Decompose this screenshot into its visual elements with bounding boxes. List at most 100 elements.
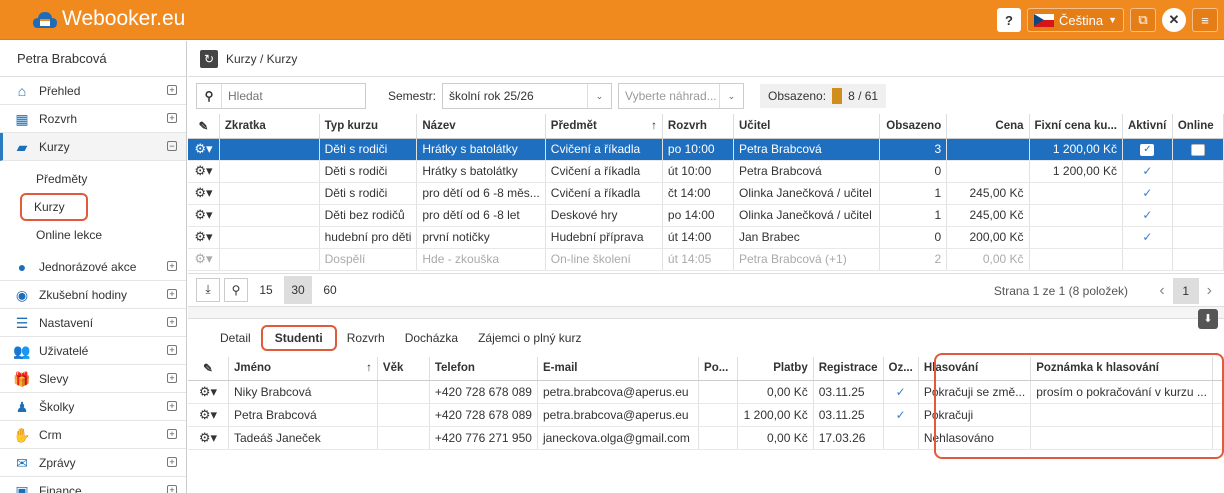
sidebar-item-rozvrh[interactable]: ▦ Rozvrh + — [0, 105, 186, 133]
chevron-right-icon[interactable]: › — [1207, 282, 1212, 300]
column-header[interactable]: Registrace — [813, 356, 884, 381]
tab-zajemci[interactable]: Zájemci o plný kurz — [468, 325, 591, 351]
gear-icon[interactable]: ⚙▾ — [199, 430, 217, 445]
collapse-icon[interactable]: − — [167, 141, 177, 151]
current-page[interactable]: 1 — [1172, 277, 1199, 304]
column-header[interactable]: Aktivní — [1122, 114, 1173, 139]
cell-oz[interactable] — [883, 426, 919, 450]
table-row[interactable]: ⚙▾ Děti s rodiči pro dětí od 6 -8 měs...… — [188, 182, 1224, 205]
row-actions[interactable]: ⚙▾ — [188, 426, 229, 450]
search-icon[interactable]: ⚲ — [224, 277, 248, 302]
language-select[interactable]: Čeština ▼ — [1027, 8, 1124, 32]
sidebar-item-jednorazove-akce[interactable]: ● Jednorázové akce + — [0, 253, 186, 281]
gear-icon[interactable]: ⚙▾ — [194, 185, 212, 200]
chevron-left-icon[interactable]: ‹ — [1159, 282, 1164, 300]
online-checkbox[interactable] — [1172, 182, 1224, 205]
active-checkbox[interactable]: ✓ — [1122, 138, 1173, 161]
row-actions[interactable]: ⚙▾ — [188, 380, 229, 404]
row-actions[interactable]: ⚙▾ — [188, 248, 220, 271]
table-row[interactable]: ⚙▾ Dospělí Hde - zkouška On-line školení… — [188, 248, 1224, 271]
column-header[interactable]: Věk — [377, 356, 430, 381]
column-header[interactable]: E-mail — [537, 356, 700, 381]
cell-oz[interactable]: ✓ — [883, 403, 919, 427]
column-header[interactable]: Hlasování — [918, 356, 1032, 381]
sidebar-subitem-kurzy[interactable]: Kurzy — [20, 193, 88, 221]
refresh-icon[interactable]: ↻ — [200, 49, 218, 68]
tab-studenti[interactable]: Studenti — [260, 324, 337, 351]
gear-icon[interactable]: ⚙▾ — [194, 251, 212, 266]
sidebar-item-slevy[interactable]: 🎁 Slevy + — [0, 365, 186, 393]
table-row[interactable]: ⚙▾ Děti s rodiči Hrátky s batolátky Cvič… — [188, 138, 1224, 161]
app-logo[interactable]: Webooker.eu — [32, 7, 185, 31]
column-header[interactable]: Učitel — [733, 114, 880, 139]
row-actions[interactable]: ⚙▾ — [188, 204, 220, 227]
search-input[interactable] — [221, 83, 365, 108]
online-checkbox[interactable] — [1172, 248, 1224, 271]
download-icon[interactable]: ⤓ — [196, 277, 220, 302]
expand-icon[interactable]: + — [167, 113, 177, 123]
online-checkbox[interactable] — [1172, 138, 1224, 161]
expand-icon[interactable]: + — [167, 85, 177, 95]
expand-icon[interactable]: + — [167, 345, 177, 355]
online-checkbox[interactable] — [1172, 160, 1224, 183]
row-actions[interactable]: ⚙▾ — [188, 138, 220, 161]
sidebar-item-zkusebni-hodiny[interactable]: ◉ Zkušební hodiny + — [0, 281, 186, 309]
edit-icon[interactable]: ✎ — [188, 356, 229, 381]
expand-icon[interactable]: + — [167, 401, 177, 411]
page-size-15[interactable]: 15 — [252, 276, 280, 304]
sidebar-item-skolky[interactable]: ♟ Školky + — [0, 393, 186, 421]
sidebar-item-finance[interactable]: ▣ Finance + — [0, 477, 186, 493]
column-header[interactable]: Jméno ↑ — [228, 356, 378, 381]
table-row[interactable]: ⚙▾ Děti s rodiči Hrátky s batolátky Cvič… — [188, 160, 1224, 183]
expand-icon[interactable]: + — [167, 485, 177, 493]
table-row[interactable]: ⚙▾ Děti bez rodičů pro dětí od 6 -8 let … — [188, 204, 1224, 227]
sidebar-item-kurzy[interactable]: ▰ Kurzy − — [0, 133, 186, 161]
column-header[interactable]: Po... — [698, 356, 738, 381]
tab-detail[interactable]: Detail — [210, 325, 261, 351]
active-check[interactable]: ✓ — [1122, 204, 1173, 227]
active-check[interactable]: ✓ — [1122, 182, 1173, 205]
online-checkbox[interactable] — [1172, 226, 1224, 249]
row-actions[interactable]: ⚙▾ — [188, 160, 220, 183]
substitute-select[interactable]: Vyberte náhrad... ⌄ — [618, 82, 745, 109]
table-row[interactable]: ⚙▾ hudební pro děti první notičky Hudebn… — [188, 226, 1224, 249]
arrow-down-circle-icon[interactable]: ⬇ — [1198, 308, 1218, 329]
sidebar-item-uzivatele[interactable]: 👥 Uživatelé + — [0, 337, 186, 365]
table-row[interactable]: ⚙▾ Tadeáš Janeček +420 776 271 950 janec… — [188, 426, 1224, 450]
expand-icon[interactable]: + — [167, 261, 177, 271]
column-header[interactable]: Platby — [737, 356, 814, 381]
tab-rozvrh[interactable]: Rozvrh — [337, 325, 395, 351]
sidebar-item-prehled[interactable]: ⌂ Přehled + — [0, 77, 186, 105]
sidebar-subitem-online-lekce[interactable]: Online lekce — [0, 221, 186, 249]
gear-icon[interactable]: ⚙▾ — [199, 384, 217, 399]
expand-icon[interactable]: + — [167, 457, 177, 467]
sidebar-item-nastaveni[interactable]: ☰ Nastavení + — [0, 309, 186, 337]
column-header[interactable]: Název — [416, 114, 546, 139]
row-actions[interactable]: ⚙▾ — [188, 182, 220, 205]
active-check[interactable]: ✓ — [1122, 160, 1173, 183]
gear-icon[interactable]: ⚙▾ — [194, 141, 212, 156]
column-header[interactable]: Předmět ↑ — [545, 114, 663, 139]
panel-splitter[interactable]: ⬇ — [188, 306, 1224, 329]
expand-icon[interactable]: + — [167, 317, 177, 327]
column-header[interactable]: Zkratka — [219, 114, 320, 139]
external-link-icon[interactable]: ⧉ — [1130, 8, 1156, 32]
table-row[interactable]: ⚙▾ Niky Brabcová +420 728 678 089 petra.… — [188, 380, 1224, 404]
active-check[interactable] — [1122, 248, 1173, 271]
active-check[interactable]: ✓ — [1122, 226, 1173, 249]
edit-icon[interactable]: ✎ — [188, 114, 220, 139]
menu-icon[interactable]: ≡ — [1192, 8, 1218, 32]
tab-dochazka[interactable]: Docházka — [395, 325, 468, 351]
column-header[interactable]: Typ kurzu — [319, 114, 418, 139]
semester-select[interactable]: školní rok 25/26 ⌄ — [442, 82, 613, 109]
expand-icon[interactable]: + — [167, 289, 177, 299]
gear-icon[interactable]: ⚙▾ — [199, 407, 217, 422]
column-header[interactable]: Cena — [946, 114, 1030, 139]
online-checkbox[interactable] — [1172, 204, 1224, 227]
gear-icon[interactable]: ⚙▾ — [194, 207, 212, 222]
column-header[interactable]: Telefon — [429, 356, 538, 381]
page-size-60[interactable]: 60 — [316, 276, 344, 304]
sidebar-item-crm[interactable]: ✋ Crm + — [0, 421, 186, 449]
gear-icon[interactable]: ⚙▾ — [194, 163, 212, 178]
table-row[interactable]: ⚙▾ Petra Brabcová +420 728 678 089 petra… — [188, 403, 1224, 427]
